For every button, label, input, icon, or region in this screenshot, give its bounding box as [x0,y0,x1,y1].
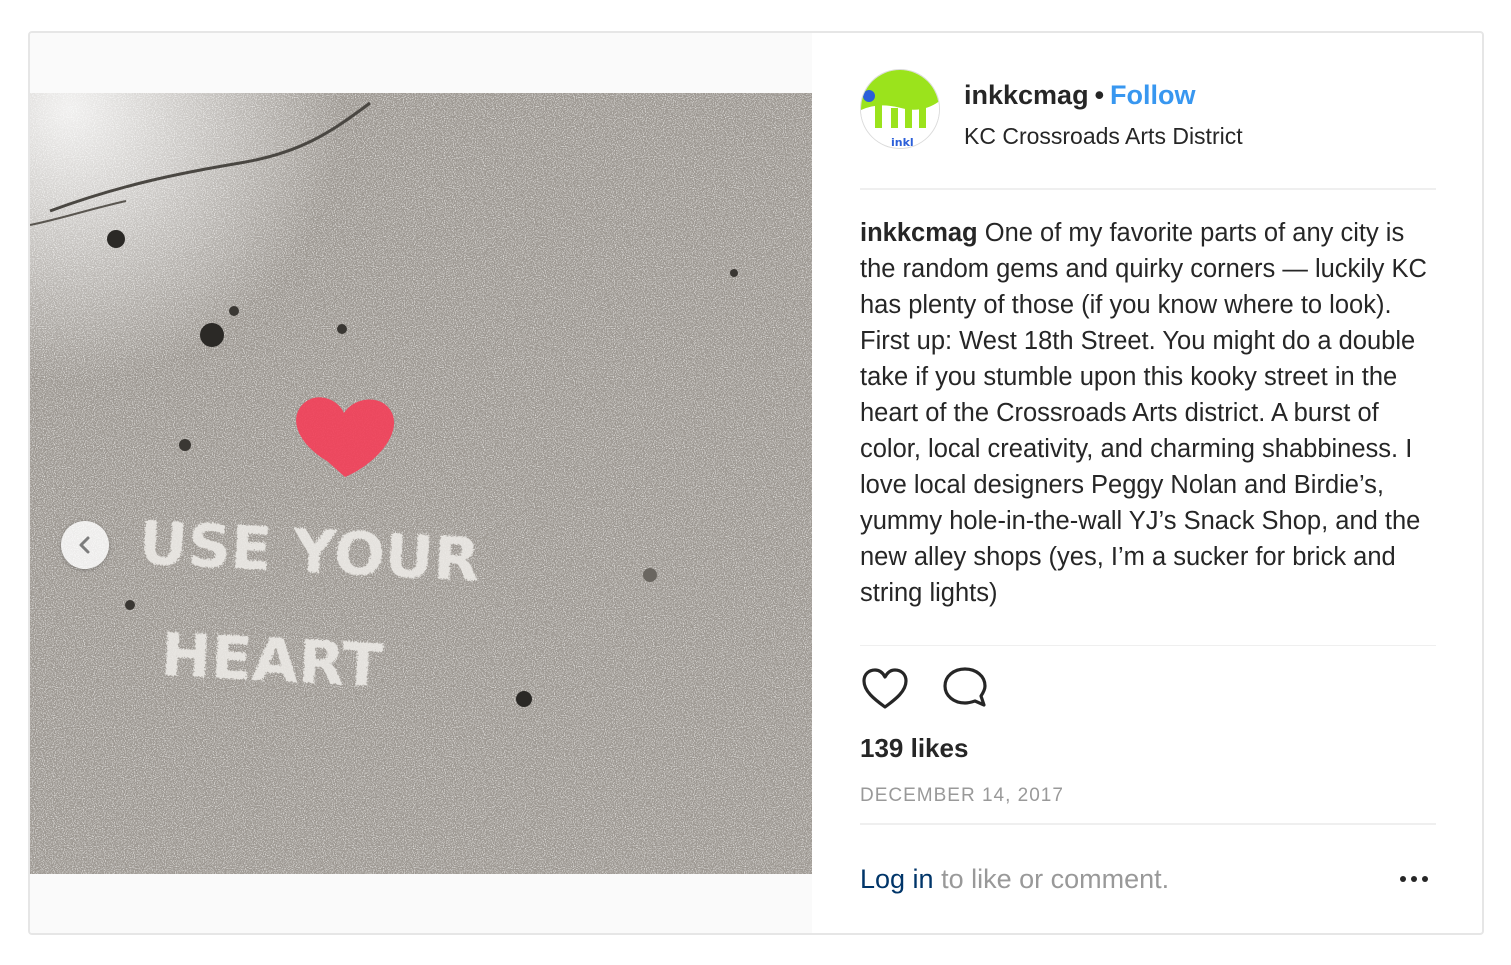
more-options-button[interactable] [1392,859,1436,899]
ellipsis-icon [1400,876,1428,882]
login-prompt-text: to like or comment. [933,864,1170,894]
header-divider [860,188,1436,190]
speech-bubble-icon [943,667,987,707]
caption: inkkcmag One of my favorite parts of any… [860,215,1436,645]
username[interactable]: inkkcmag [964,80,1089,110]
separator-dot: • [1094,80,1105,110]
footer-divider [860,823,1436,825]
login-link[interactable]: Log in [860,864,934,894]
login-prompt: Log in to like or comment. [860,859,1436,899]
media-area: USE YOUR HEART [30,33,812,933]
comment-button[interactable] [940,665,990,715]
caption-divider [860,645,1436,646]
post-date[interactable]: DECEMBER 14, 2017 [860,783,1064,809]
chevron-left-icon [79,536,90,554]
svg-text:inkl: inkl [891,136,914,149]
post-sidebar: inkl inkkcmag • Follow KC Crossroads Arts … [860,33,1436,933]
post-header: inkl inkkcmag • Follow KC Crossroads Arts … [860,69,1436,189]
heart-outline-icon [862,668,908,709]
likes-count[interactable]: 139 likes [860,731,968,765]
follow-button[interactable]: Follow [1110,80,1195,110]
username-line: inkkcmag • Follow [964,77,1196,113]
caption-text: One of my favorite parts of any city is … [860,219,1427,607]
sidewalk-image: USE YOUR HEART [30,93,812,874]
post-photo[interactable]: USE YOUR HEART [30,93,812,874]
post-card: USE YOUR HEART inkl inkkcmag • Follow KC… [28,31,1484,935]
location-link[interactable]: KC Crossroads Arts District [964,121,1243,151]
carousel-prev-button[interactable] [61,521,109,569]
stencil-text-line2: HEART [159,620,385,702]
inkkcmag-logo-icon: inkl [861,70,939,149]
avatar[interactable]: inkl [860,69,940,149]
action-bar [860,665,1060,715]
caption-username[interactable]: inkkcmag [860,219,978,247]
like-button[interactable] [860,665,910,715]
